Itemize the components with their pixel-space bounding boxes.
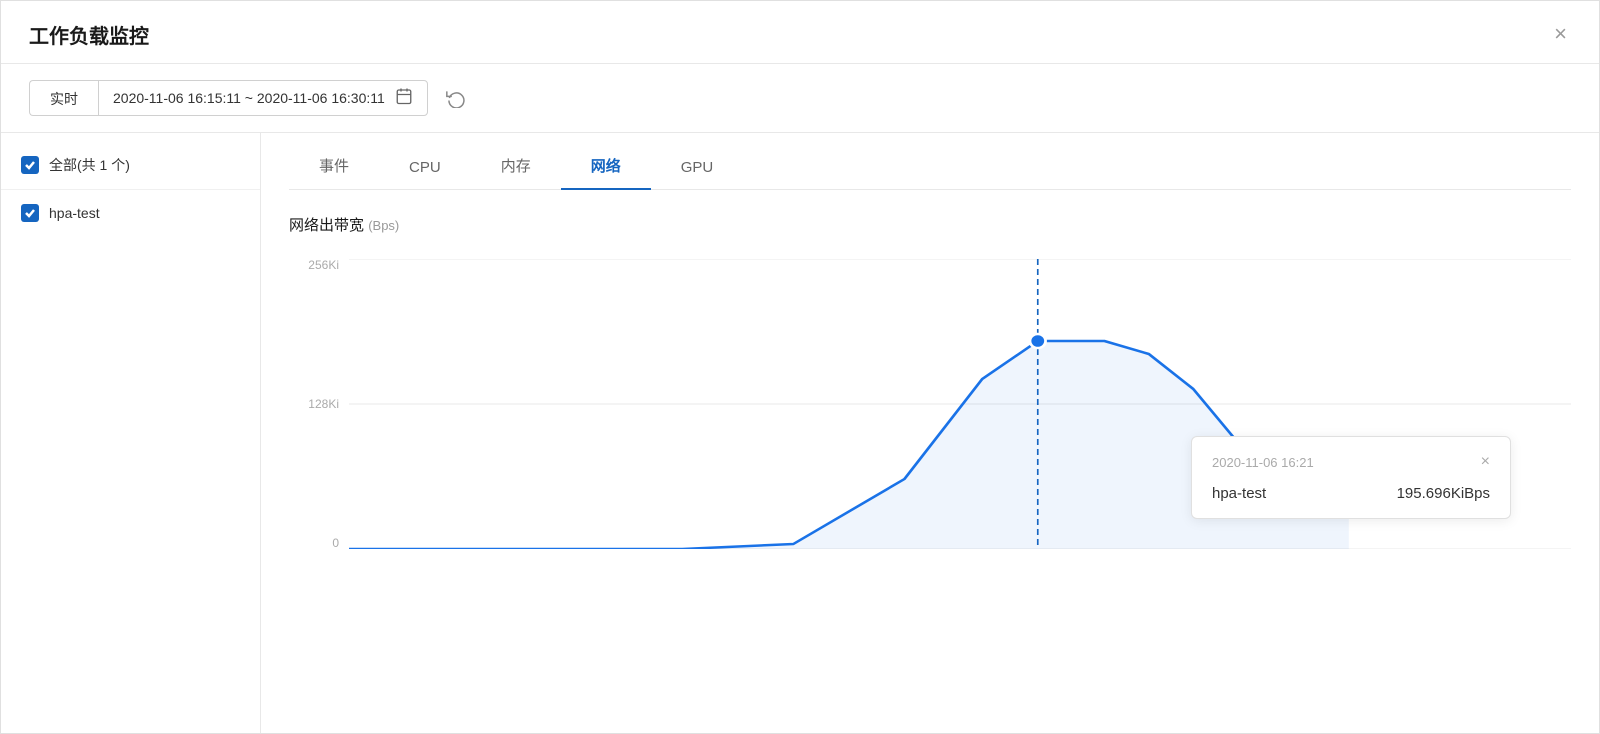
sidebar-label-all: 全部(共 1 个) [49,155,130,175]
tabs: 事件 CPU 内存 网络 GPU [289,133,1571,190]
calendar-icon [395,87,413,110]
dialog-header: 工作负载监控 × [1,1,1599,64]
chart-section: 网络出带宽 (Bps) 256Ki 128Ki 0 [289,190,1571,733]
chart-title: 网络出带宽 (Bps) [289,214,1571,235]
main-content: 事件 CPU 内存 网络 GPU 网络出带宽 (Bps) [261,133,1599,733]
tab-cpu[interactable]: CPU [379,145,471,190]
tooltip-row: hpa-test 195.696KiBps [1212,485,1490,502]
tab-memory[interactable]: 内存 [471,141,561,190]
sidebar: 全部(共 1 个) hpa-test [1,133,261,733]
y-label-0: 0 [332,537,339,549]
tooltip-close-button[interactable]: × [1481,453,1490,471]
checkbox-hpa-test [21,204,39,222]
workload-monitor-dialog: 工作负载监控 × 实时 2020-11-06 16:15:11 ~ 2020-1… [0,0,1600,734]
y-label-256ki: 256Ki [308,259,339,271]
tooltip-series-value: 195.696KiBps [1397,485,1490,502]
dialog-close-button[interactable]: × [1550,19,1571,49]
tab-gpu[interactable]: GPU [651,145,744,190]
refresh-button[interactable] [442,84,470,112]
sidebar-item-all[interactable]: 全部(共 1 个) [1,141,260,190]
tab-network[interactable]: 网络 [561,141,651,190]
checkbox-all [21,156,39,174]
chart-tooltip: 2020-11-06 16:21 × hpa-test 195.696KiBps [1191,436,1511,519]
y-label-128ki: 128Ki [308,398,339,410]
y-axis: 256Ki 128Ki 0 [289,259,349,549]
realtime-button[interactable]: 实时 [29,80,98,116]
sidebar-label-hpa-test: hpa-test [49,205,100,221]
chart-unit: (Bps) [368,218,399,233]
dialog-body: 全部(共 1 个) hpa-test 事件 CPU 内存 [1,133,1599,733]
chart-area: 256Ki 128Ki 0 [289,259,1571,579]
sidebar-item-hpa-test[interactable]: hpa-test [1,190,260,236]
tooltip-header: 2020-11-06 16:21 × [1212,453,1490,471]
tooltip-time: 2020-11-06 16:21 [1212,455,1314,470]
dialog-title: 工作负载监控 [29,20,149,49]
toolbar: 实时 2020-11-06 16:15:11 ~ 2020-11-06 16:3… [1,64,1599,133]
tab-events[interactable]: 事件 [289,141,379,190]
datetime-range-picker[interactable]: 2020-11-06 16:15:11 ~ 2020-11-06 16:30:1… [98,80,428,116]
tooltip-series-name: hpa-test [1212,485,1266,502]
datetime-range-text: 2020-11-06 16:15:11 ~ 2020-11-06 16:30:1… [113,90,385,106]
